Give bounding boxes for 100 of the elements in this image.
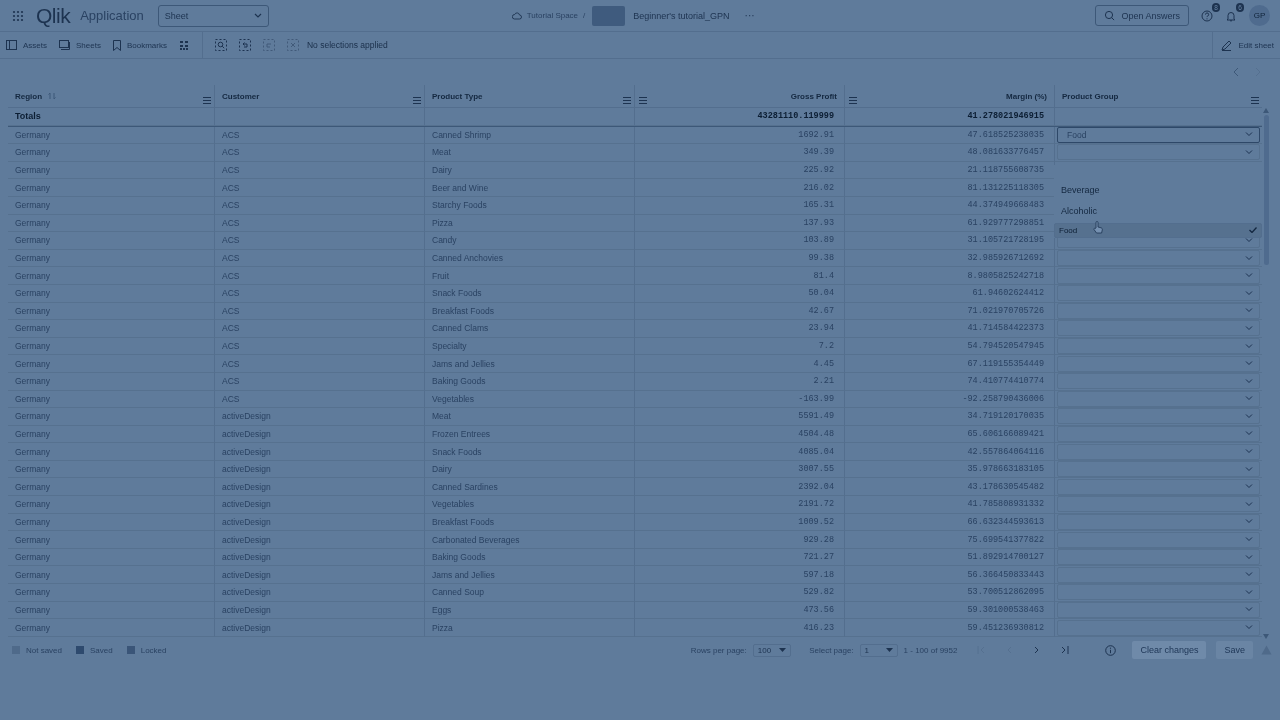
chevron-icon [1245, 449, 1253, 455]
more-button[interactable]: ··· [744, 10, 755, 21]
product-group-dropdown[interactable] [1057, 549, 1260, 566]
chevron-icon [253, 12, 262, 19]
product-group-dropdown[interactable] [1057, 408, 1260, 425]
column-menu-icon[interactable] [849, 97, 857, 104]
total-value: 43281110.119999 [757, 111, 834, 122]
logo[interactable]: Qlik [36, 3, 71, 28]
product-group-dropdown[interactable] [1057, 478, 1260, 495]
chevron-icon [1245, 343, 1253, 349]
pencil-icon [1221, 39, 1233, 51]
chevron-icon [1245, 501, 1253, 507]
app-title: Application [80, 8, 144, 23]
search-icon [1104, 10, 1116, 21]
column-header[interactable]: Product Group [1062, 91, 1119, 101]
column-menu-icon[interactable] [1251, 97, 1259, 104]
caret-icon [779, 648, 787, 652]
chevron-icon [1245, 413, 1253, 419]
product-group-dropdown[interactable] [1057, 531, 1260, 548]
breadcrumb-separator: / [583, 11, 586, 20]
column-header[interactable]: Margin (%) [1006, 91, 1047, 101]
step-back-icon[interactable] [238, 39, 251, 51]
help-icon[interactable] [1201, 9, 1213, 22]
panel-icon [6, 40, 17, 50]
chevron-icon [1245, 378, 1253, 384]
product-group-dropdown[interactable] [1057, 355, 1260, 372]
step-forward-icon[interactable] [262, 39, 275, 51]
product-group-dropdown[interactable] [1057, 373, 1260, 390]
product-group-dropdown[interactable] [1057, 144, 1260, 161]
product-group-dropdown[interactable] [1057, 601, 1260, 618]
chevron-icon [1245, 537, 1253, 543]
sheet-dropdown[interactable]: Sheet [157, 4, 269, 27]
chevron-icon [1245, 431, 1253, 437]
cloud-icon [511, 10, 522, 21]
chevron-icon [1245, 237, 1253, 243]
product-group-dropdown[interactable] [1057, 513, 1260, 530]
column-header[interactable]: Gross Profit [790, 91, 837, 101]
assets-button[interactable]: Assets [6, 40, 47, 50]
product-group-dropdown[interactable] [1057, 302, 1260, 319]
sheets-icon [59, 40, 70, 50]
product-group-dropdown[interactable] [1057, 338, 1260, 354]
bookmark-icon [112, 39, 121, 51]
dropdown-option[interactable]: Alcoholic [1054, 201, 1262, 220]
product-group-dropdown[interactable] [1057, 566, 1260, 583]
previous-icon[interactable] [1232, 67, 1240, 77]
open-answers-button[interactable]: Open Answers [1095, 5, 1189, 26]
last-page-icon[interactable] [1061, 646, 1070, 654]
product-group-dropdown[interactable] [1057, 426, 1260, 442]
product-group-dropdown[interactable] [1057, 390, 1260, 407]
chevron-icon [1245, 466, 1253, 472]
product-group-dropdown[interactable] [1057, 496, 1260, 513]
selections-status: No selections applied [306, 40, 388, 50]
product-group-dropdown[interactable] [1057, 461, 1260, 478]
chevron-icon [1245, 325, 1253, 331]
avatar[interactable]: GP [1249, 5, 1270, 26]
chevron-icon [1245, 308, 1253, 314]
chevron-icon [1245, 554, 1253, 560]
chevron-icon [1245, 484, 1253, 490]
product-group-dropdown[interactable] [1057, 285, 1260, 302]
info-icon[interactable] [1105, 644, 1117, 656]
chevron-icon [1245, 255, 1253, 261]
sort-icon[interactable] [48, 92, 57, 100]
edit-sheet-button[interactable]: Edit sheet [1212, 32, 1280, 58]
product-group-dropdown[interactable] [1057, 267, 1260, 284]
column-menu-icon[interactable] [623, 97, 631, 104]
column-header[interactable]: Product Type [432, 91, 483, 101]
chevron-icon [1245, 273, 1253, 279]
grid-icon[interactable] [178, 39, 190, 51]
column-menu-icon[interactable] [413, 97, 421, 104]
dropdown-option[interactable]: Food [1054, 222, 1262, 238]
scroll-up-icon[interactable] [1263, 108, 1269, 113]
column-header[interactable]: Customer [222, 91, 260, 101]
sheet-title: Beginner's tutorial_GPN [633, 10, 730, 21]
total-value: 41.278021946915 [967, 111, 1044, 122]
clear-selections-icon[interactable] [286, 39, 299, 51]
bookmarks-button[interactable]: Bookmarks [112, 39, 167, 51]
column-menu-icon[interactable] [203, 97, 211, 104]
menu-icon[interactable] [12, 9, 24, 22]
chevron-icon [1245, 396, 1253, 402]
column-menu-icon[interactable] [639, 97, 647, 104]
chevron-icon [1245, 572, 1253, 578]
product-group-dropdown[interactable] [1057, 584, 1260, 601]
product-group-dropdown[interactable] [1057, 619, 1260, 636]
smart-search-icon[interactable] [214, 39, 227, 51]
product-group-dropdown[interactable] [1057, 443, 1260, 460]
chevron-icon [1245, 150, 1253, 155]
caret-icon [885, 648, 893, 652]
chevron-icon [1245, 132, 1253, 138]
column-header[interactable]: Region [15, 91, 57, 101]
bell-icon[interactable] [1225, 9, 1237, 22]
product-group-dropdown[interactable] [1057, 250, 1260, 267]
chevron-icon [1245, 607, 1253, 613]
scroll-down-icon[interactable] [1263, 634, 1269, 639]
dropdown-option[interactable]: Beverage [1054, 180, 1262, 199]
check-icon [1249, 227, 1257, 234]
product-group-dropdown[interactable] [1057, 320, 1260, 337]
chevron-icon [1245, 361, 1253, 367]
hand-cursor-icon [1093, 220, 1103, 234]
totals-label: Totals [15, 111, 41, 122]
sheets-button[interactable]: Sheets [59, 40, 101, 50]
